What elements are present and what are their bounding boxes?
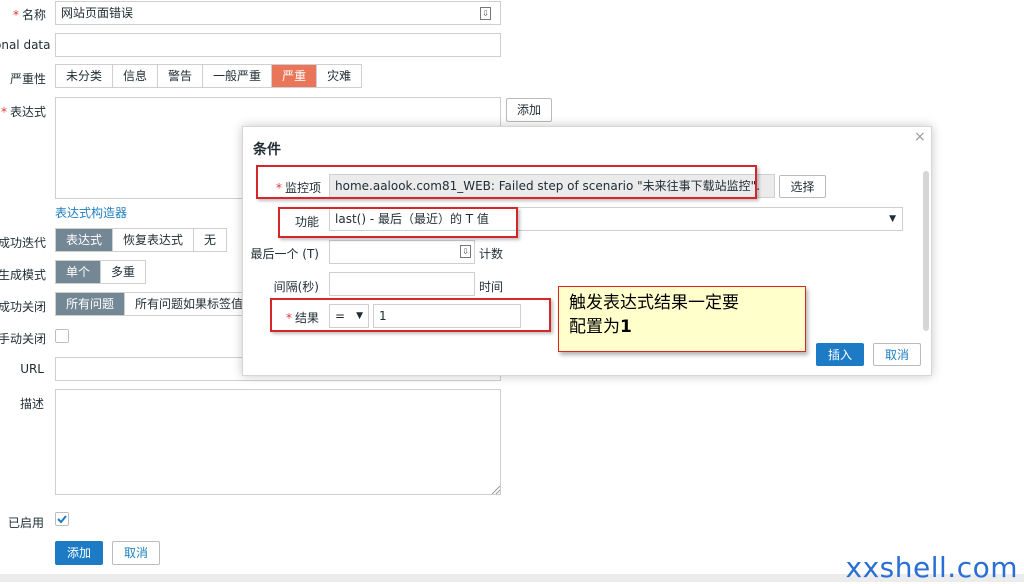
recovery-label: 成功迭代 xyxy=(0,236,46,250)
severity-average[interactable]: 一般严重 xyxy=(203,65,273,87)
name-input[interactable]: 网站页面错误 ⇩ xyxy=(55,1,501,25)
last-t-label: 最后一个 (T) xyxy=(250,247,319,261)
severity-information[interactable]: 信息 xyxy=(113,65,159,87)
ok-close-selector[interactable]: 所有问题 所有问题如果标签值 xyxy=(55,292,255,316)
result-highlight-box xyxy=(270,298,551,332)
callout-line-1: 触发表达式结果一定要 xyxy=(569,293,739,313)
dialog-title: 条件 xyxy=(253,142,281,158)
dialog-cancel-button[interactable]: 取消 xyxy=(873,343,921,366)
resize-handle-icon[interactable] xyxy=(492,486,500,494)
name-label: * 名称 xyxy=(12,8,46,22)
recovery-selector[interactable]: 表达式 恢复表达式 无 xyxy=(55,228,228,252)
last-t-unit: 计数 xyxy=(479,247,504,261)
description-label: 描述 xyxy=(19,397,44,411)
last-t-input[interactable]: ⇩ xyxy=(329,240,475,264)
severity-high[interactable]: 严重 xyxy=(272,65,318,87)
problem-mode-label: 生成模式 xyxy=(0,268,46,282)
expression-builder-link[interactable]: 表达式构造器 xyxy=(55,204,127,221)
operational-data-label: onal data xyxy=(0,38,51,52)
input-menu-icon[interactable]: ⇩ xyxy=(460,245,471,258)
severity-label: 严重性 xyxy=(9,72,46,86)
expression-add-button[interactable]: 添加 xyxy=(506,98,552,122)
severity-disaster[interactable]: 灾难 xyxy=(317,65,361,87)
close-icon[interactable]: × xyxy=(914,129,926,145)
recovery-expression[interactable]: 表达式 xyxy=(56,229,114,251)
callout-line-2: 配置为1 xyxy=(569,317,632,337)
form-cancel-button[interactable]: 取消 xyxy=(112,541,160,565)
severity-selector[interactable]: 未分类 信息 警告 一般严重 严重 灾难 xyxy=(55,64,363,88)
ok-close-all[interactable]: 所有问题 xyxy=(56,293,126,315)
interval-label: 间隔(秒) xyxy=(273,280,319,294)
recovery-recovery-expression[interactable]: 恢复表达式 xyxy=(113,229,195,251)
problem-mode-single[interactable]: 单个 xyxy=(56,261,102,283)
recovery-none[interactable]: 无 xyxy=(194,229,226,251)
item-select-button[interactable]: 选择 xyxy=(779,175,826,198)
function-highlight-box xyxy=(278,207,518,238)
item-highlight-box xyxy=(256,165,757,199)
dialog-scrollbar[interactable] xyxy=(923,171,929,331)
url-label: URL xyxy=(20,362,44,376)
form-add-button[interactable]: 添加 xyxy=(55,541,103,565)
dropdown-arrow-icon: ▼ xyxy=(889,214,896,224)
manual-close-checkbox[interactable] xyxy=(55,329,69,343)
operational-data-input[interactable] xyxy=(55,33,501,57)
manual-close-label: 手动关闭 xyxy=(0,332,46,346)
expression-label: * 表达式 xyxy=(0,105,46,119)
watermark: xxshell.com xyxy=(845,551,1018,584)
enabled-label: 已启用 xyxy=(7,516,44,530)
severity-warning[interactable]: 警告 xyxy=(158,65,204,87)
ok-close-label: 成功关闭 xyxy=(0,300,46,314)
severity-not-classified[interactable]: 未分类 xyxy=(56,65,114,87)
problem-mode-selector[interactable]: 单个 多重 xyxy=(55,260,147,284)
insert-button[interactable]: 插入 xyxy=(816,343,864,366)
checkmark-icon xyxy=(57,515,67,524)
interval-input[interactable] xyxy=(329,272,475,296)
annotation-callout: 触发表达式结果一定要 配置为1 xyxy=(558,286,806,352)
input-menu-icon[interactable]: ⇩ xyxy=(480,7,491,20)
ok-close-tag-match[interactable]: 所有问题如果标签值 xyxy=(125,293,253,315)
enabled-checkbox[interactable] xyxy=(55,512,69,526)
interval-unit: 时间 xyxy=(479,280,504,294)
description-textarea[interactable] xyxy=(55,389,501,495)
problem-mode-multiple[interactable]: 多重 xyxy=(101,261,145,283)
name-value: 网站页面错误 xyxy=(61,6,134,20)
